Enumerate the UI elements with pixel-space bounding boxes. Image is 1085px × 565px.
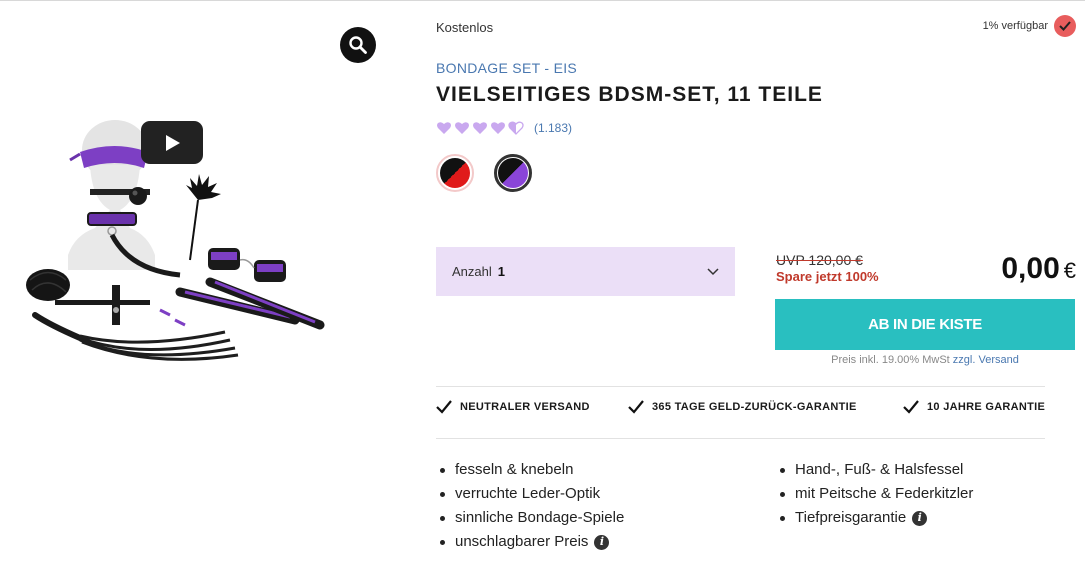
feature-text: verruchte Leder-Optik bbox=[455, 485, 601, 502]
list-item: unschlagbarer Preis i bbox=[436, 530, 776, 554]
half-heart-icon bbox=[508, 121, 524, 135]
quantity-label: Anzahl bbox=[452, 264, 492, 279]
breadcrumb-separator: - bbox=[544, 60, 550, 76]
bullet bbox=[780, 515, 785, 521]
bullet bbox=[440, 539, 445, 545]
guarantee-label: 365 TAGE GELD-ZURÜCK-GARANTIE bbox=[652, 401, 857, 413]
swatch-black-purple[interactable] bbox=[494, 154, 532, 192]
checkmark-icon bbox=[903, 400, 919, 414]
tax-text: Preis inkl. 19.00% MwSt bbox=[831, 354, 950, 366]
info-icon[interactable]: i bbox=[594, 534, 610, 550]
price-amount: 0,00 bbox=[1001, 252, 1060, 285]
list-item: Tiefpreisgarantie i bbox=[776, 506, 973, 530]
feature-text: unschlagbarer Preis bbox=[455, 533, 589, 550]
feature-text: mit Peitsche & Federkitzler bbox=[795, 485, 974, 502]
guarantee-label: NEUTRALER VERSAND bbox=[460, 401, 590, 413]
quantity-value: 1 bbox=[497, 264, 505, 279]
tax-note: Preis inkl. 19.00% MwSt zzgl. Versand bbox=[775, 354, 1075, 366]
availability-text: 1% verfügbar bbox=[982, 20, 1048, 32]
bullet bbox=[780, 467, 785, 473]
add-to-cart-button[interactable]: AB IN DIE KISTE bbox=[775, 299, 1075, 350]
divider bbox=[436, 386, 1045, 387]
swatch-fill bbox=[440, 158, 470, 188]
bullet bbox=[780, 491, 785, 497]
bullet bbox=[440, 491, 445, 497]
swatch-black-red[interactable] bbox=[436, 154, 474, 192]
zoom-button[interactable] bbox=[340, 27, 376, 63]
checkmark-icon bbox=[628, 400, 644, 414]
shipping-link-2[interactable]: Versand bbox=[978, 354, 1018, 366]
swatch-fill bbox=[498, 158, 528, 188]
product-title: VIELSEITIGES BDSM-SET, 11 TEILE bbox=[436, 83, 823, 106]
feature-column-left: fesseln & knebeln verruchte Leder-Optik … bbox=[436, 458, 776, 554]
original-price: UVP 120,00 € bbox=[776, 252, 863, 268]
shipping-note: Kostenlos bbox=[436, 20, 494, 35]
price: 0,00 € bbox=[1001, 252, 1076, 286]
breadcrumb-subcategory[interactable]: EIS bbox=[554, 60, 577, 76]
feature-text: sinnliche Bondage-Spiele bbox=[455, 509, 625, 526]
heart-icon bbox=[455, 122, 469, 134]
guarantee-label: 10 JAHRE GARANTIE bbox=[927, 401, 1046, 413]
info-icon[interactable]: i bbox=[912, 510, 928, 526]
list-item: mit Peitsche & Federkitzler bbox=[776, 482, 973, 506]
price-currency: € bbox=[1063, 258, 1076, 283]
guarantee-item: NEUTRALER VERSAND bbox=[436, 400, 628, 414]
product-details: Kostenlos 1% verfügbar BONDAGE SET - EIS… bbox=[436, 0, 1076, 565]
savings-text: Spare jetzt 100% bbox=[776, 269, 879, 284]
list-item: sinnliche Bondage-Spiele bbox=[436, 506, 776, 530]
shipping-link-1[interactable]: zzgl. bbox=[953, 354, 976, 366]
quantity-select[interactable]: Anzahl 1 bbox=[436, 247, 735, 296]
product-gallery bbox=[0, 0, 400, 565]
feature-list: fesseln & knebeln verruchte Leder-Optik … bbox=[436, 458, 1076, 554]
feature-text: Hand-, Fuß- & Halsfessel bbox=[795, 461, 964, 478]
magnifier-icon bbox=[349, 36, 367, 54]
list-item: fesseln & knebeln bbox=[436, 458, 776, 482]
bullet bbox=[440, 515, 445, 521]
color-swatches bbox=[436, 154, 532, 192]
list-item: verruchte Leder-Optik bbox=[436, 482, 776, 506]
guarantees: NEUTRALER VERSAND 365 TAGE GELD-ZURÜCK-G… bbox=[436, 400, 1076, 414]
breadcrumb: BONDAGE SET - EIS bbox=[436, 60, 577, 76]
video-play-button[interactable] bbox=[141, 121, 203, 164]
check-icon bbox=[1054, 15, 1076, 37]
feature-text: Tiefpreisgarantie bbox=[795, 509, 907, 526]
rating[interactable]: (1.183) bbox=[436, 121, 572, 135]
heart-icon bbox=[491, 122, 505, 134]
guarantee-item: 10 JAHRE GARANTIE bbox=[903, 400, 1045, 414]
heart-icon bbox=[473, 122, 487, 134]
heart-icon bbox=[437, 122, 451, 134]
feature-text: fesseln & knebeln bbox=[455, 461, 574, 478]
checkmark-icon bbox=[436, 400, 452, 414]
play-icon bbox=[166, 134, 180, 151]
divider bbox=[436, 438, 1045, 439]
guarantee-item: 365 TAGE GELD-ZURÜCK-GARANTIE bbox=[628, 400, 903, 414]
list-item: Hand-, Fuß- & Halsfessel bbox=[776, 458, 973, 482]
feature-column-right: Hand-, Fuß- & Halsfessel mit Peitsche & … bbox=[776, 458, 973, 554]
availability-indicator: 1% verfügbar bbox=[983, 15, 1076, 37]
bullet bbox=[440, 467, 445, 473]
rating-count[interactable]: (1.183) bbox=[534, 121, 572, 135]
breadcrumb-category[interactable]: BONDAGE SET bbox=[436, 60, 540, 76]
chevron-down-icon bbox=[707, 267, 719, 275]
